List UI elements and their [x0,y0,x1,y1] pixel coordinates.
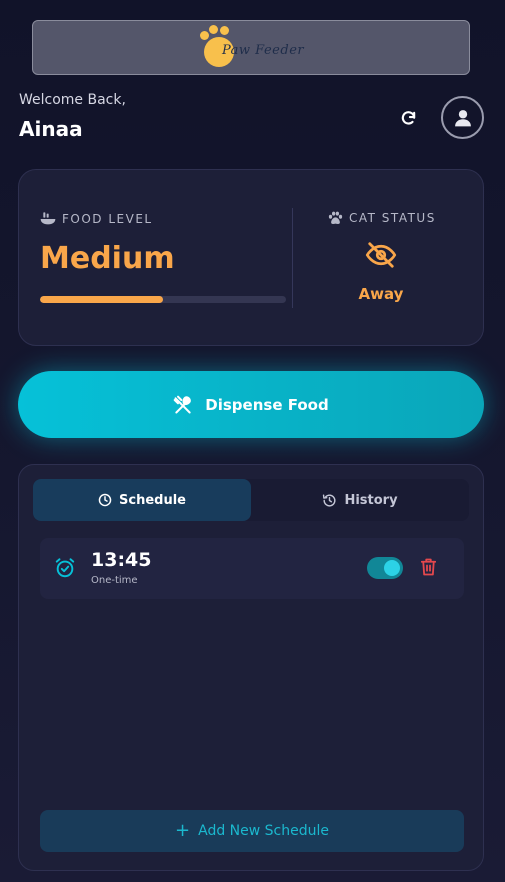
tab-schedule[interactable]: Schedule [33,479,251,521]
alarm-clock-icon [55,558,75,578]
food-level-progress [40,296,286,303]
tab-history[interactable]: History [251,479,469,521]
welcome-text: Welcome Back, [19,92,126,108]
add-schedule-button[interactable]: + Add New Schedule [40,810,464,852]
food-level-label: FOOD LEVEL [40,212,153,226]
plus-icon: + [175,820,191,841]
paw-icon [328,211,343,224]
avatar-button[interactable] [441,96,484,139]
username: Ainaa [19,117,83,141]
schedule-toggle[interactable] [367,557,403,579]
cat-status-label: CAT STATUS [328,211,436,225]
trash-icon[interactable] [421,558,436,576]
schedule-panel: Schedule History 13:45 One-time + Add Ne… [18,464,484,871]
card-divider [292,208,293,308]
cat-status-value: Away [358,285,404,303]
tab-history-label: History [344,492,398,508]
schedule-item: 13:45 One-time [40,538,464,599]
logo-text: Paw Feeder [222,42,305,58]
refresh-button[interactable] [396,106,420,130]
utensils-icon [173,395,192,413]
add-schedule-label: Add New Schedule [198,823,329,839]
status-card: FOOD LEVEL Medium CAT STATUS Away [18,169,484,346]
clock-icon [98,493,112,507]
schedule-type: One-time [91,575,138,586]
refresh-icon [401,110,415,125]
logo-bar: Paw Feeder [32,20,470,75]
toggle-knob [384,560,400,576]
dispense-food-label: Dispense Food [205,395,329,414]
user-icon [454,109,471,126]
eye-slash-icon [365,242,397,268]
tab-schedule-label: Schedule [119,492,186,508]
food-level-value: Medium [40,241,175,276]
tab-bar: Schedule History [33,479,469,521]
cat-status-label-text: CAT STATUS [349,211,436,225]
dispense-food-button[interactable]: Dispense Food [18,371,484,438]
food-level-progress-fill [40,296,163,303]
cat-away-indicator [364,240,398,274]
food-level-label-text: FOOD LEVEL [62,212,153,226]
history-icon [323,493,336,506]
paw-feeder-logo: Paw Feeder [196,23,306,73]
schedule-time: 13:45 [91,549,152,571]
food-bowl-icon [40,212,56,225]
